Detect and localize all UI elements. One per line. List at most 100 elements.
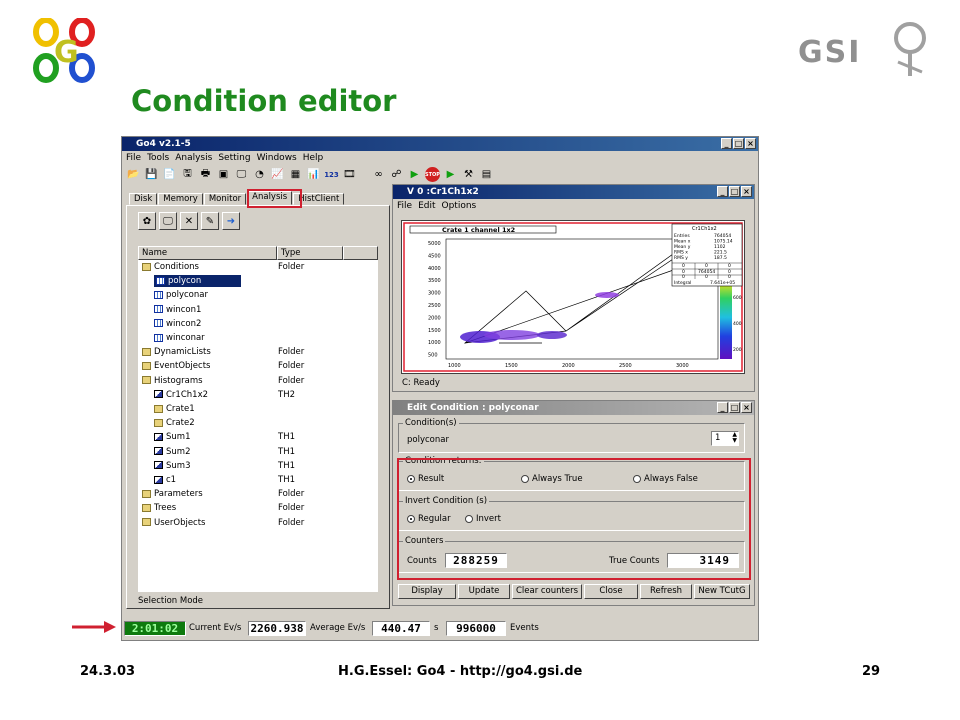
tree-row[interactable]: Sum1 TH1 [154,430,374,444]
refresh-colors-icon[interactable]: ✿ [138,212,156,230]
tree-row[interactable]: c1 TH1 [154,473,374,487]
display-button[interactable]: Display [398,584,456,599]
close-editor-button[interactable]: Close [584,584,638,599]
open-file-icon[interactable]: 📄 [162,167,177,182]
tree-row[interactable]: Sum2 TH1 [154,445,374,459]
settings-tools-icon[interactable]: ⚒ [461,167,476,182]
chart-icon[interactable]: 📊 [306,167,321,182]
editor-titlebar: Edit Condition : polyconar _ □ × [393,401,754,415]
minimize-button[interactable]: _ [721,138,732,149]
maximize-button[interactable]: □ [733,138,744,149]
link-icon[interactable]: ∞ [371,167,386,182]
editor-close-button[interactable]: × [741,402,752,413]
print-icon[interactable]: 🖶 [198,167,213,182]
tab-monitor[interactable]: Monitor [203,193,247,205]
viewer-maximize-button[interactable]: □ [729,186,740,197]
step-icon[interactable]: ▶ [443,167,458,182]
radio-always-false[interactable]: Always False [633,474,698,484]
editor-maximize-button[interactable]: □ [729,402,740,413]
tree-row[interactable]: Trees Folder [142,501,362,515]
tree-row[interactable]: wincon1 [154,303,374,317]
refresh-button[interactable]: Refresh [640,584,692,599]
tree-row[interactable]: EventObjects Folder [142,359,362,373]
viewer-close-button[interactable]: × [741,186,752,197]
spin-arrows-icon[interactable]: ▲ ▼ [732,432,737,444]
save-icon[interactable]: 💾 [144,167,159,182]
menu-analysis[interactable]: Analysis [175,151,212,165]
folder-icon [142,376,151,385]
folder-icon [142,489,151,498]
tree-row[interactable]: polycon [154,274,374,288]
connect-icon[interactable]: ☍ [389,167,404,182]
tree-row[interactable]: Histograms Folder [142,374,362,388]
tree-row-type: TH1 [278,446,295,457]
radio-always-true[interactable]: Always True [521,474,583,484]
tab-disk[interactable]: Disk [129,193,158,205]
tab-histclient[interactable]: HistClient [293,193,345,205]
disk-icon[interactable]: 🖫 [180,167,195,182]
histogram-icon[interactable]: 📈 [270,167,285,182]
tree-row[interactable]: UserObjects Folder [142,516,362,530]
radio-regular[interactable]: Regular [407,514,451,524]
column-name-header[interactable]: Name [138,246,277,260]
plot-title: Crate 1 channel 1x2 [442,226,515,234]
column-type-header[interactable]: Type [277,246,343,260]
close-button[interactable]: × [745,138,756,149]
monitor-view-icon[interactable]: 🖵 [159,212,177,230]
y-tick-label: 4500 [428,253,441,259]
tab-memory[interactable]: Memory [158,193,203,205]
delete-x-icon[interactable]: ✕ [180,212,198,230]
radio-result[interactable]: Result [407,474,444,484]
menu-setting[interactable]: Setting [218,151,250,165]
tree-row[interactable]: winconar [154,331,374,345]
footer-date: 24.3.03 [80,664,136,679]
tree-row[interactable]: Conditions Folder [142,260,362,274]
gauge-icon[interactable]: ◔ [252,167,267,182]
start-icon[interactable]: ▶ [407,167,422,182]
tree-row[interactable]: Sum3 TH1 [154,459,374,473]
conditions-group: Condition(s) polyconar 1 ▲ ▼ [398,418,745,453]
new-tcutg-button[interactable]: New TCutG [694,584,750,599]
tree-row[interactable]: DynamicLists Folder [142,345,362,359]
viewer-menu-file[interactable]: File [397,199,412,213]
tree-row[interactable]: Parameters Folder [142,487,362,501]
clear-counters-button[interactable]: Clear counters [512,584,582,599]
menu-windows[interactable]: Windows [257,151,297,165]
tree-row[interactable]: polyconar [154,288,374,302]
stats-value: 1075.14 [714,239,733,245]
counter-123-icon[interactable]: 123 [324,167,339,182]
eraser-icon[interactable]: ✎ [201,212,219,230]
tree-row[interactable]: Crate1 [154,402,374,416]
tab-analysis[interactable]: Analysis [247,191,293,205]
menu-tools[interactable]: Tools [147,151,169,165]
folder-icon [142,262,151,271]
histogram-plot[interactable]: Crate 1 channel 1x2 50004500400035003000… [402,221,744,373]
canvas-icon[interactable]: ▣ [216,167,231,182]
viewer-menu-options[interactable]: Options [442,199,477,213]
histogram-canvas[interactable]: Crate 1 channel 1x2 5000 4500 4000 3500 3000… [401,220,745,374]
browser-tabs: Disk Memory Monitor Analysis HistClient [126,191,390,205]
info-icon[interactable]: ▤ [479,167,494,182]
arrow-right-icon[interactable]: ➜ [222,212,240,230]
tree-row[interactable]: Cr1Ch1x2 TH2 [154,388,374,402]
stop-icon[interactable]: STOP [425,167,440,182]
tree-row[interactable]: wincon2 [154,317,374,331]
update-button[interactable]: Update [458,584,510,599]
counts-display: 288259 [445,553,507,568]
tree-row-name: polyconar [166,290,208,301]
film-icon[interactable]: 🎞 [342,167,357,182]
menu-file[interactable]: File [126,151,141,165]
stats-key: Mean y [674,244,691,250]
monitor-icon[interactable]: 🖵 [234,167,249,182]
go4-main-window: Go4 v2.1-5 _ □ × File Tools Analysis Set… [121,136,759,641]
dynamic-list-icon[interactable]: ▦ [288,167,303,182]
condition-index-spinbox[interactable]: 1 ▲ ▼ [711,431,739,446]
menu-help[interactable]: Help [303,151,324,165]
viewer-minimize-button[interactable]: _ [717,186,728,197]
open-folder-icon[interactable]: 📂 [126,167,141,182]
viewer-menu-edit[interactable]: Edit [418,199,435,213]
radio-invert[interactable]: Invert [465,514,501,524]
editor-minimize-button[interactable]: _ [717,402,728,413]
tree-row[interactable]: Crate2 [154,416,374,430]
window-condition-icon [154,333,163,342]
